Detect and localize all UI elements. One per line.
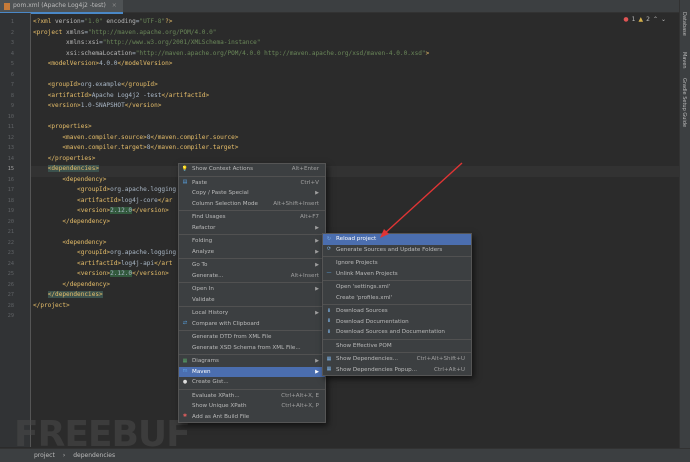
- breadcrumb: project › dependencies: [0, 448, 690, 462]
- breadcrumb-project[interactable]: project: [34, 452, 55, 459]
- arrow-line: [383, 162, 463, 235]
- annotation-arrow: [380, 162, 463, 238]
- breadcrumb-separator: ›: [62, 452, 66, 459]
- breadcrumb-dependencies[interactable]: dependencies: [73, 452, 115, 459]
